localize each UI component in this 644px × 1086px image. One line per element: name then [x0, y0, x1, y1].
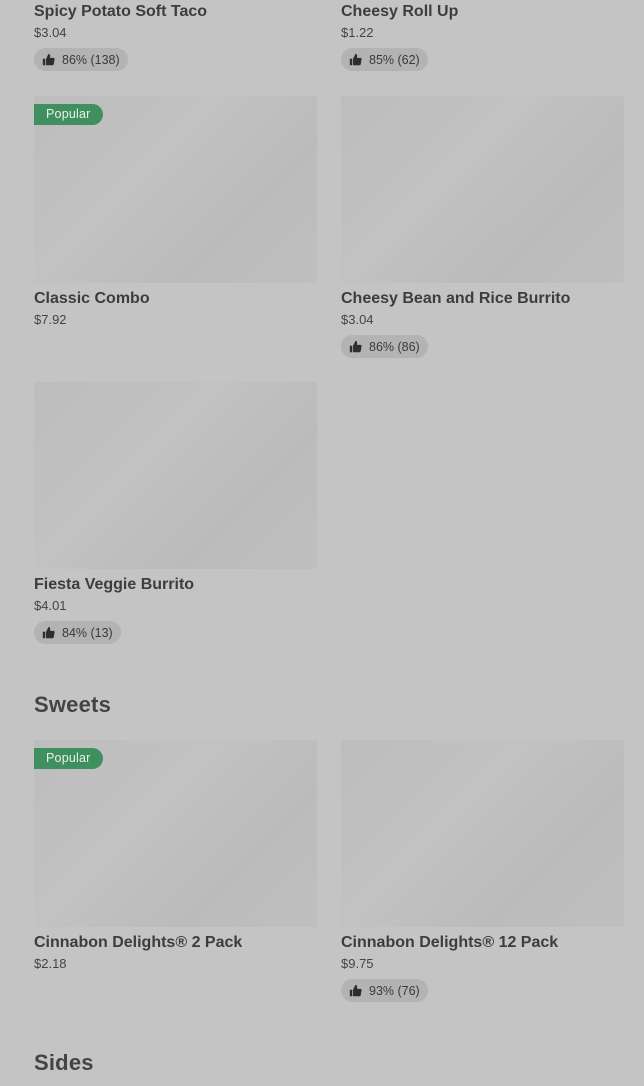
rating-pill: 86% (86) — [341, 335, 428, 358]
section-title-sweets: Sweets — [34, 692, 112, 717]
rating-pill: 93% (76) — [341, 979, 428, 1002]
rating-pill: 84% (13) — [34, 621, 121, 644]
rating-pill: 85% (62) — [341, 48, 428, 71]
item-image: Popular — [34, 96, 317, 283]
item-price: $2.18 — [34, 956, 67, 971]
menu-item-card[interactable]: Popular Classic Combo $7.92 — [34, 96, 317, 329]
thumbs-up-icon — [349, 984, 362, 997]
popular-badge: Popular — [34, 748, 103, 769]
item-name: Cinnabon Delights® 2 Pack — [34, 934, 243, 951]
item-image — [341, 740, 624, 927]
item-image: Popular — [34, 740, 317, 927]
item-price: $7.92 — [34, 312, 67, 327]
menu-item-card[interactable]: Cinnabon Delights® 12 Pack $9.75 93% (76… — [341, 740, 624, 1002]
menu-item-card[interactable]: Spicy Potato Soft Taco $3.04 86% (138) — [34, 1, 317, 71]
item-price: $4.01 — [34, 598, 67, 613]
thumbs-up-icon — [42, 626, 55, 639]
section-title-sides: Sides — [34, 1050, 94, 1075]
item-name: Spicy Potato Soft Taco — [34, 3, 208, 20]
rating-text: 86% (138) — [62, 52, 120, 67]
rating-text: 86% (86) — [369, 339, 420, 354]
item-image — [34, 382, 317, 569]
popular-badge: Popular — [34, 104, 103, 125]
item-name: Cheesy Roll Up — [341, 3, 459, 20]
menu-item-card[interactable]: Fiesta Veggie Burrito $4.01 84% (13) — [34, 382, 317, 644]
item-name: Fiesta Veggie Burrito — [34, 576, 195, 593]
thumbs-up-icon — [42, 53, 55, 66]
rating-text: 85% (62) — [369, 52, 420, 67]
item-image — [341, 96, 624, 283]
menu-item-card[interactable]: Cheesy Bean and Rice Burrito $3.04 86% (… — [341, 96, 624, 358]
item-name: Cinnabon Delights® 12 Pack — [341, 934, 559, 951]
item-name: Cheesy Bean and Rice Burrito — [341, 290, 571, 307]
item-name: Classic Combo — [34, 290, 150, 307]
item-price: $3.04 — [341, 312, 374, 327]
item-price: $3.04 — [34, 25, 67, 40]
rating-pill: 86% (138) — [34, 48, 128, 71]
rating-text: 93% (76) — [369, 983, 420, 998]
item-price: $9.75 — [341, 956, 374, 971]
thumbs-up-icon — [349, 53, 362, 66]
item-price: $1.22 — [341, 25, 374, 40]
menu-item-card[interactable]: Popular Cinnabon Delights® 2 Pack $2.18 — [34, 740, 317, 973]
thumbs-up-icon — [349, 340, 362, 353]
menu-item-card[interactable]: Cheesy Roll Up $1.22 85% (62) — [341, 1, 624, 71]
rating-text: 84% (13) — [62, 625, 113, 640]
